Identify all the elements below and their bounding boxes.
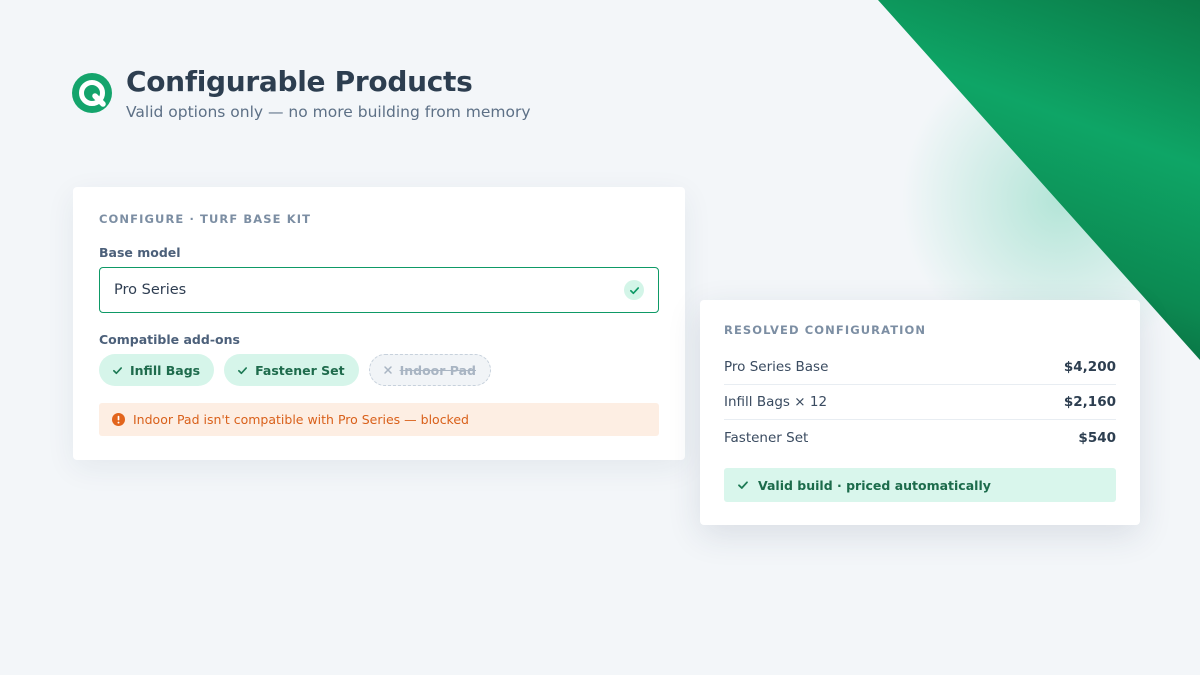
addon-chip-label: Indoor Pad	[399, 362, 476, 378]
base-model-label: Base model	[99, 245, 181, 260]
page-title: Configurable Products	[126, 65, 473, 98]
line-item-name: Infill Bags × 12	[724, 394, 828, 410]
addon-chip-fastener-set[interactable]: Fastener Set	[224, 354, 359, 386]
check-icon	[624, 280, 644, 300]
line-item-name: Pro Series Base	[724, 359, 829, 375]
line-item-price: $2,160	[1063, 394, 1116, 410]
check-icon	[738, 481, 748, 489]
resolved-configuration-card: RESOLVED CONFIGURATION Pro Series Base $…	[700, 300, 1140, 525]
configure-card: CONFIGURE · TURF BASE KIT Base model Pro…	[73, 187, 685, 460]
line-item-row: Pro Series Base $4,200	[724, 350, 1116, 385]
addon-chip-list: Infill Bags Fastener Set Indoor Pad	[99, 354, 491, 386]
base-model-select[interactable]: Pro Series	[99, 267, 659, 313]
line-item-name: Fastener Set	[724, 429, 809, 446]
alert-circle-icon	[112, 413, 125, 426]
addon-chip-label: Infill Bags	[130, 362, 201, 378]
configure-heading: CONFIGURE · TURF BASE KIT	[99, 212, 312, 226]
check-icon	[238, 366, 248, 374]
base-model-value: Pro Series	[114, 282, 187, 298]
x-icon	[383, 366, 392, 374]
compatibility-alert: Indoor Pad isn't compatible with Pro Ser…	[99, 403, 659, 436]
valid-build-banner: Valid build · priced automatically	[724, 468, 1116, 502]
q-logo-icon	[72, 73, 112, 113]
line-item-price: $540	[1078, 429, 1116, 446]
line-item-row: Infill Bags × 12 $2,160	[724, 385, 1116, 420]
addon-chip-infill-bags[interactable]: Infill Bags	[99, 354, 215, 386]
alert-text: Indoor Pad isn't compatible with Pro Ser…	[133, 412, 469, 427]
line-item-price: $4,200	[1063, 359, 1116, 375]
addons-label: Compatible add-ons	[99, 332, 240, 347]
addon-chip-indoor-pad[interactable]: Indoor Pad	[368, 354, 491, 386]
check-icon	[113, 366, 122, 374]
addon-chip-label: Fastener Set	[255, 362, 345, 378]
valid-build-text: Valid build · priced automatically	[758, 477, 991, 493]
page-subtitle: Valid options only — no more building fr…	[126, 103, 531, 121]
resolved-heading: RESOLVED CONFIGURATION	[724, 323, 927, 337]
line-item-row: Fastener Set $540	[724, 420, 1116, 455]
